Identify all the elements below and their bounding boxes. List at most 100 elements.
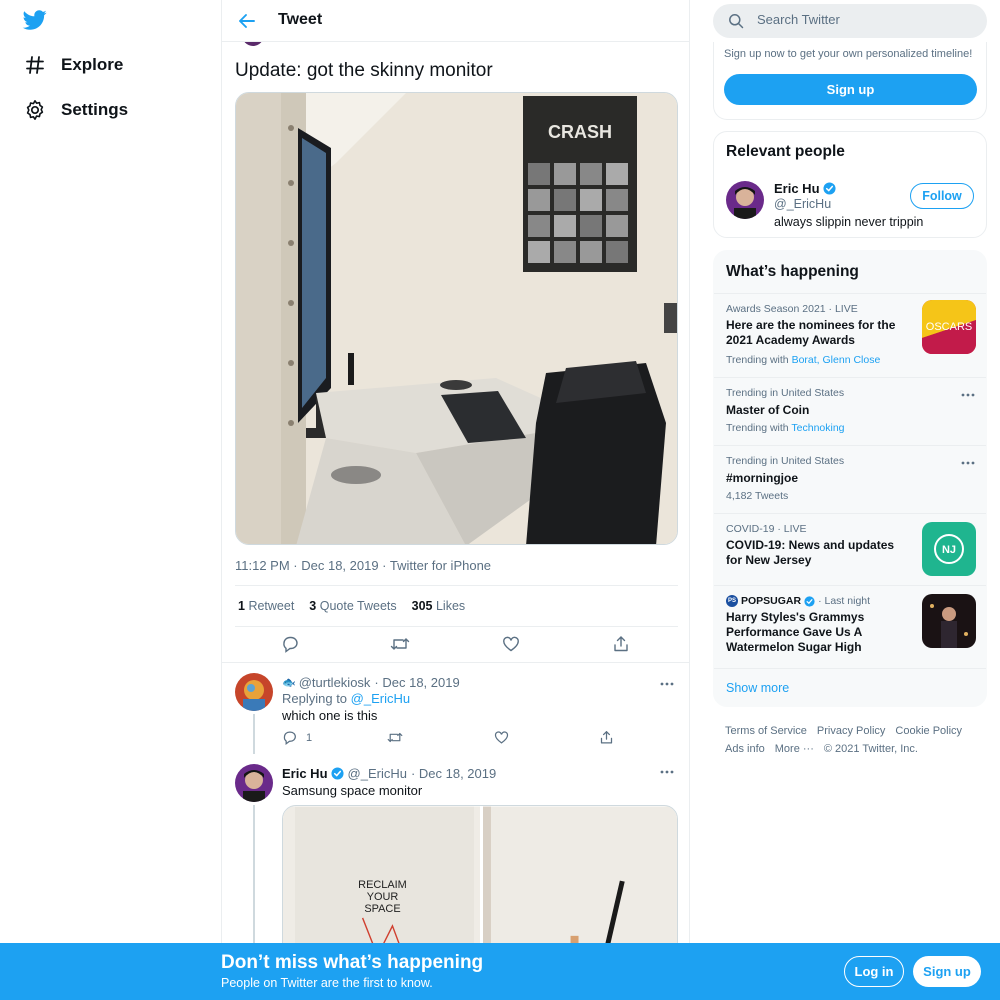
likes-stat[interactable]: 305 Likes	[412, 599, 466, 613]
likes-count: 305	[411, 599, 433, 613]
quotes-stat[interactable]: 3 Quote Tweets	[309, 599, 396, 613]
share-icon[interactable]	[599, 730, 614, 745]
tweet-stats: 1 Retweet 3 Quote Tweets 305 Likes	[238, 599, 465, 613]
trend-source-name: POPSUGAR	[741, 595, 802, 607]
trend-item[interactable]: COVID-19 · LIVE COVID-19: News and updat…	[714, 513, 986, 585]
trend-context: PS POPSUGAR · Last night	[726, 595, 870, 607]
footer-link-terms[interactable]: Terms of Service	[725, 725, 807, 737]
trend-thumbnail: OSCARS	[922, 300, 976, 354]
signup-button[interactable]: Sign up	[913, 956, 981, 987]
more-icon[interactable]	[960, 391, 976, 399]
reply-text: Samsung space monitor	[282, 783, 423, 798]
more-icon[interactable]	[659, 678, 675, 690]
follow-button[interactable]: Follow	[910, 183, 974, 209]
trend-source-time: · Last night	[818, 595, 871, 607]
poster-line-1: RECLAIM	[358, 879, 407, 891]
trend-item[interactable]: Trending in United States #morningjoe 4,…	[714, 445, 986, 513]
trend-title: Master of Coin	[726, 403, 810, 417]
reply-header: Eric Hu @_EricHu · Dec 18, 2019	[282, 766, 496, 781]
poster-title: CRASH	[548, 122, 612, 142]
card-title: Relevant people	[726, 143, 845, 160]
reply-button[interactable]: 1	[282, 730, 312, 745]
more-icon[interactable]	[960, 459, 976, 467]
thumb-text: NJ	[942, 544, 956, 556]
reply-count: 1	[306, 731, 313, 744]
page-title: Tweet	[278, 11, 323, 28]
login-button[interactable]: Log in	[844, 956, 904, 987]
avatar[interactable]	[235, 673, 273, 711]
trend-title: #morningjoe	[726, 471, 799, 485]
whats-happening-card: What’s happening Awards Season 2021 · LI…	[713, 250, 987, 707]
footer-link-ads[interactable]: Ads info	[725, 743, 765, 755]
signup-button[interactable]: Sign up	[724, 74, 977, 105]
search-bar[interactable]	[713, 4, 987, 38]
like-icon[interactable]	[499, 632, 523, 656]
popsugar-logo-icon: PS	[726, 595, 738, 607]
footer-link-more[interactable]: More ···	[775, 743, 814, 755]
replying-to-link[interactable]: @_EricHu	[351, 691, 410, 706]
likes-label: Likes	[435, 599, 466, 613]
retweet-icon[interactable]	[388, 632, 412, 656]
retweets-stat[interactable]: 1 Retweet	[238, 599, 294, 613]
retweets-label: Retweet	[248, 599, 295, 613]
arrow-left-icon[interactable]	[236, 10, 258, 32]
copyright: © 2021 Twitter, Inc.	[823, 743, 918, 755]
trend-item[interactable]: Awards Season 2021 · LIVE Here are the n…	[714, 293, 986, 377]
relevant-people-card: Relevant people Eric Hu @_EricHu always …	[713, 131, 987, 238]
quotes-label: Quote Tweets	[319, 599, 397, 613]
reply-date[interactable]: · Dec 18, 2019	[374, 675, 459, 690]
nav-settings[interactable]: Settings	[24, 99, 128, 121]
search-input[interactable]	[757, 12, 967, 27]
person-name-row[interactable]: Eric Hu	[774, 181, 836, 196]
trend-sub-prefix: Trending with	[726, 354, 789, 366]
footer-link-privacy[interactable]: Privacy Policy	[817, 725, 885, 737]
thumb-text: OSCARS	[926, 321, 972, 333]
reply-date[interactable]: · Dec 18, 2019	[411, 766, 496, 781]
thread-line	[253, 714, 255, 754]
tweet-actions	[222, 632, 689, 660]
reply-author-name[interactable]: Eric Hu	[282, 766, 328, 781]
footer-link-cookie[interactable]: Cookie Policy	[895, 725, 962, 737]
person-bio: always slippin never trippin	[774, 215, 924, 229]
nav-settings-label: Settings	[61, 100, 129, 119]
more-icon[interactable]	[659, 766, 675, 778]
replying-to: Replying to @_EricHu	[282, 691, 410, 706]
like-icon[interactable]	[494, 730, 509, 745]
trend-thumbnail: NJ	[922, 522, 976, 576]
reply-icon	[283, 731, 296, 745]
trend-context: Trending in United States	[726, 455, 845, 467]
trend-title: Here are the nominees for the 2021 Acade…	[726, 318, 896, 347]
trend-item[interactable]: PS POPSUGAR · Last night Harry Styles's …	[714, 585, 986, 668]
trend-title: Harry Styles's Grammys Performance Gave …	[726, 610, 865, 654]
reply-icon[interactable]	[278, 632, 302, 656]
signup-text: Sign up now to get your own personalized…	[724, 48, 973, 60]
reply-handle[interactable]: @_EricHu	[348, 766, 407, 781]
retweet-icon[interactable]	[387, 730, 403, 745]
reply-header: 🐟 @turtlekiosk · Dec 18, 2019	[282, 675, 460, 690]
trend-sub: Trending with Technoking	[726, 422, 845, 434]
person-name: Eric Hu	[774, 181, 820, 196]
verified-badge-icon	[822, 182, 836, 195]
banner-title: Don’t miss what’s happening	[221, 952, 484, 973]
tweet-header: Tweet	[222, 0, 689, 42]
nav-explore[interactable]: Explore	[24, 54, 123, 76]
trend-sub-links[interactable]: Borat, Glenn Close	[792, 354, 881, 366]
show-more-link[interactable]: Show more	[726, 681, 789, 695]
poster-line-3: SPACE	[364, 903, 400, 915]
avatar[interactable]	[726, 181, 764, 219]
avatar[interactable]	[235, 764, 273, 802]
quotes-count: 3	[309, 599, 317, 613]
trend-context: Awards Season 2021 · LIVE	[726, 303, 858, 315]
nav-explore-label: Explore	[61, 55, 124, 74]
tweet-photo[interactable]: CRASH	[235, 92, 678, 545]
twitter-bird-icon[interactable]	[22, 8, 48, 32]
reply-actions: 1	[282, 730, 622, 748]
thread-line	[253, 805, 255, 945]
share-icon[interactable]	[609, 632, 633, 656]
trend-sub-links[interactable]: Technoking	[791, 422, 844, 434]
trend-sub: Trending with Borat, Glenn Close	[726, 354, 880, 366]
trend-item[interactable]: Trending in United States Master of Coin…	[714, 377, 986, 445]
search-icon	[729, 14, 744, 29]
reply-handle[interactable]: @turtlekiosk	[299, 675, 371, 690]
divider	[235, 585, 678, 586]
